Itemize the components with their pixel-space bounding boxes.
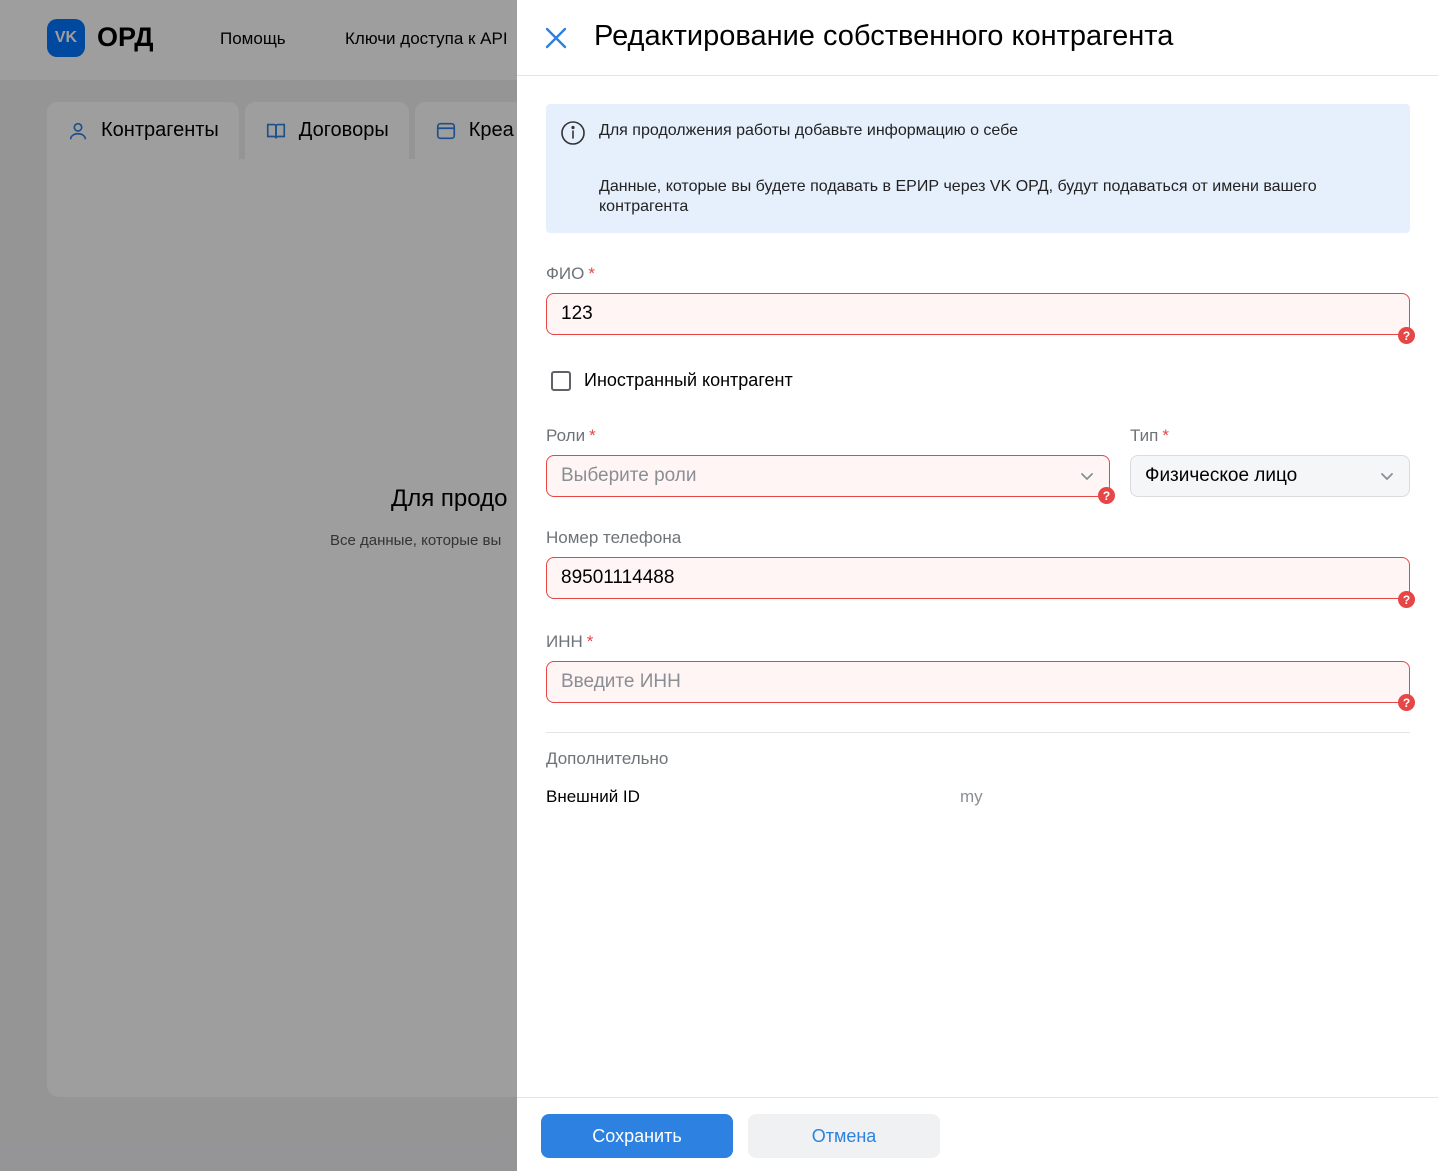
fio-input[interactable]: 123 xyxy=(546,293,1410,335)
required-mark: * xyxy=(586,632,594,651)
foreign-checkbox[interactable] xyxy=(551,371,571,391)
required-mark: * xyxy=(589,426,596,445)
error-icon[interactable]: ? xyxy=(1398,694,1415,711)
drawer-title: Редактирование собственного контрагента xyxy=(594,20,1174,52)
info-banner: Для продолжения работы добавьте информац… xyxy=(546,104,1410,233)
external-id-label: Внешний ID xyxy=(546,787,640,806)
phone-input[interactable]: 89501114488 xyxy=(546,557,1410,599)
close-icon[interactable] xyxy=(541,23,571,53)
info-text: Данные, которые вы будете подавать в ЕРИ… xyxy=(599,178,1317,215)
phone-label: Номер телефона xyxy=(546,528,682,547)
drawer-header: Редактирование собственного контрагента xyxy=(517,0,1438,76)
additional-section-title: Дополнительно xyxy=(546,749,669,768)
inn-label: ИНН * xyxy=(546,632,594,651)
save-button[interactable]: Сохранить xyxy=(541,1114,733,1158)
info-icon xyxy=(561,121,585,145)
required-mark: * xyxy=(1162,426,1169,445)
chevron-down-icon xyxy=(1081,473,1093,481)
external-id-value: my xyxy=(960,787,983,806)
roles-label: Роли * xyxy=(546,426,596,445)
chevron-down-icon xyxy=(1381,473,1393,481)
roles-placeholder: Выберите роли xyxy=(561,465,697,486)
type-select[interactable]: Физическое лицо xyxy=(1130,455,1410,497)
divider xyxy=(546,732,1410,733)
type-label: Тип * xyxy=(1130,426,1169,445)
foreign-checkbox-label[interactable]: Иностранный контрагент xyxy=(584,370,793,391)
info-title: Для продолжения работы добавьте информац… xyxy=(599,122,1019,139)
edit-counterparty-drawer: Редактирование собственного контрагента … xyxy=(517,0,1438,1171)
required-mark: * xyxy=(588,264,595,283)
type-value: Физическое лицо xyxy=(1145,465,1298,486)
drawer-footer: Сохранить Отмена xyxy=(517,1097,1438,1171)
error-icon[interactable]: ? xyxy=(1398,591,1415,608)
inn-input[interactable]: Введите ИНН xyxy=(546,661,1410,703)
cancel-button[interactable]: Отмена xyxy=(748,1114,940,1158)
error-icon[interactable]: ? xyxy=(1398,327,1415,344)
error-icon[interactable]: ? xyxy=(1098,487,1115,504)
roles-select[interactable]: Выберите роли xyxy=(546,455,1110,497)
fio-label: ФИО * xyxy=(546,264,595,283)
